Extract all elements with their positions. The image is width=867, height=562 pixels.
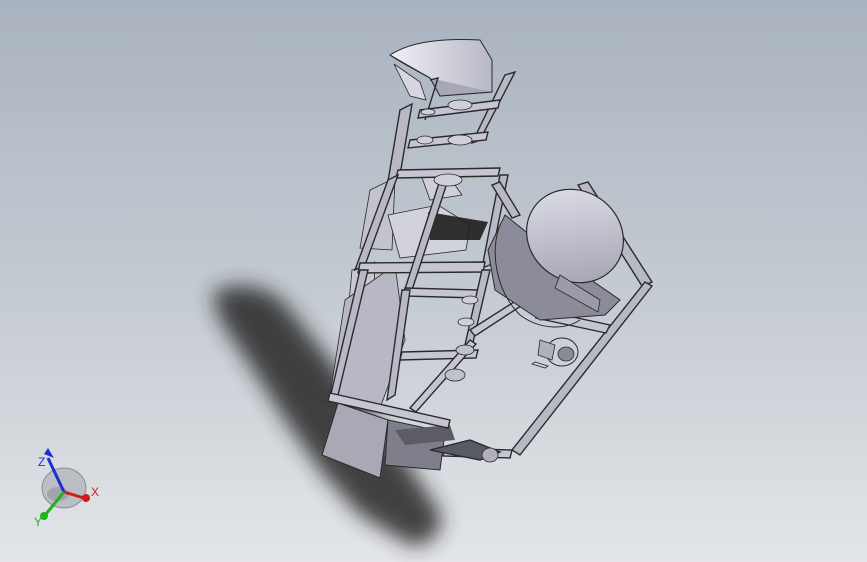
x-axis-label: X (91, 485, 99, 499)
z-axis-arrow (44, 448, 54, 458)
axis-triad[interactable]: Z X Y (18, 446, 118, 536)
top-hood (389, 39, 493, 101)
cad-viewport[interactable]: Z X Y (0, 0, 867, 562)
y-axis-label: Y (34, 515, 42, 529)
z-axis-label: Z (38, 455, 45, 469)
x-axis-end (82, 494, 90, 502)
machine-assembly-model[interactable] (0, 0, 867, 562)
triad-sphere (41, 467, 87, 509)
